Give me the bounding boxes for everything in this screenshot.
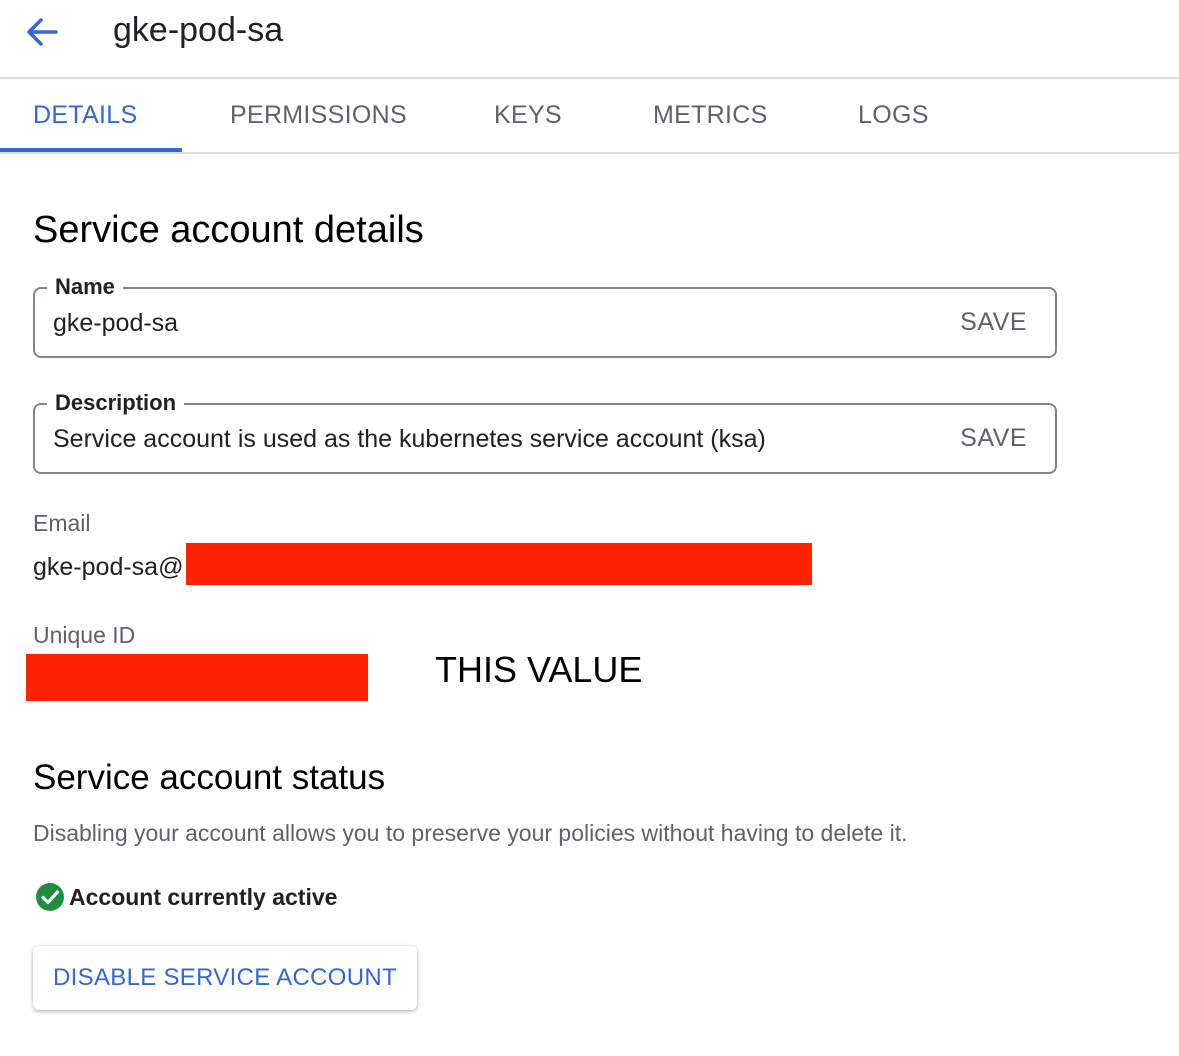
tab-permissions[interactable]: PERMISSIONS <box>230 79 407 152</box>
unique-id-redaction <box>26 654 368 701</box>
tab-details[interactable]: DETAILS <box>33 79 137 152</box>
check-circle-icon <box>36 883 64 911</box>
description-field-value[interactable]: Service account is used as the kubernete… <box>53 423 766 455</box>
email-label: Email <box>33 510 91 536</box>
name-field[interactable]: Name gke-pod-sa SAVE <box>33 272 1057 358</box>
tab-bar: DETAILS PERMISSIONS KEYS METRICS LOGS <box>0 79 1179 154</box>
account-status: Account currently active <box>35 881 337 913</box>
unique-id-annotation: THIS VALUE <box>435 649 643 690</box>
status-section-title: Service account status <box>33 758 386 797</box>
disable-service-account-button[interactable]: DISABLE SERVICE ACCOUNT <box>33 946 417 1010</box>
account-status-text: Account currently active <box>69 883 338 910</box>
details-section-title: Service account details <box>33 209 424 251</box>
tab-keys[interactable]: KEYS <box>494 79 562 152</box>
tab-logs[interactable]: LOGS <box>858 79 929 152</box>
name-save-button[interactable]: SAVE <box>960 306 1027 338</box>
page-title: gke-pod-sa <box>113 11 284 49</box>
tab-metrics[interactable]: METRICS <box>653 79 768 152</box>
email-value: gke-pod-sa@ <box>33 553 184 581</box>
description-field-label: Description <box>47 388 185 418</box>
active-tab-indicator <box>0 148 182 152</box>
name-field-value[interactable]: gke-pod-sa <box>53 307 178 339</box>
name-field-label: Name <box>47 272 123 302</box>
page-header: gke-pod-sa <box>0 0 1179 79</box>
description-field[interactable]: Description Service account is used as t… <box>33 388 1057 474</box>
arrow-back-icon[interactable] <box>22 12 62 52</box>
email-redaction <box>186 543 812 585</box>
description-save-button[interactable]: SAVE <box>960 422 1027 454</box>
unique-id-label: Unique ID <box>33 622 136 648</box>
status-description: Disabling your account allows you to pre… <box>33 820 908 846</box>
